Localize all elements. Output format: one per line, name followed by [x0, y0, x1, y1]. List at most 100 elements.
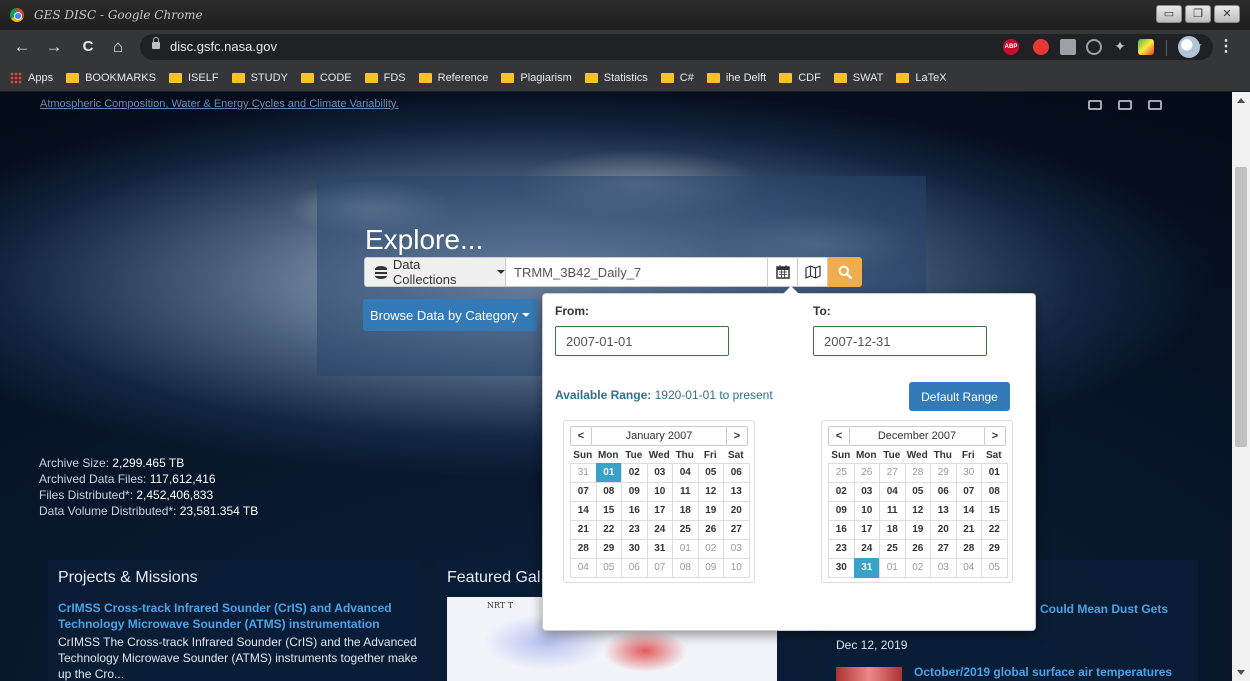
calendar-day[interactable]: 05: [904, 482, 931, 502]
science-topics-links[interactable]: Atmospheric Composition, Water & Energy …: [40, 98, 399, 110]
calendar-day[interactable]: 01: [981, 463, 1008, 483]
calendar-day[interactable]: 12: [697, 482, 724, 502]
profile-avatar[interactable]: [1178, 36, 1200, 58]
news-thumbnail[interactable]: [836, 667, 902, 681]
calendar-day[interactable]: 09: [828, 501, 855, 521]
bookmark-folder[interactable]: C#: [660, 72, 694, 84]
bookmark-folder[interactable]: SWAT: [833, 72, 883, 84]
calendar-day[interactable]: 09: [697, 558, 724, 578]
calendar-day[interactable]: 11: [672, 482, 699, 502]
calendar-day[interactable]: 25: [672, 520, 699, 540]
calendar-day[interactable]: 06: [723, 463, 750, 483]
calendar-day[interactable]: 02: [904, 558, 931, 578]
calendar-day[interactable]: 25: [828, 463, 855, 483]
calendar-day[interactable]: 10: [723, 558, 750, 578]
calendar-day[interactable]: 22: [981, 520, 1008, 540]
calendar-day[interactable]: 27: [723, 520, 750, 540]
search-button[interactable]: [828, 257, 862, 287]
to-date-input[interactable]: [813, 326, 987, 356]
calendar-day[interactable]: 06: [621, 558, 648, 578]
calendar-day[interactable]: 05: [981, 558, 1008, 578]
calendar-day[interactable]: 30: [955, 463, 982, 483]
address-bar[interactable]: disc.gsfc.nasa.gov ★: [140, 34, 1213, 60]
calendar-day[interactable]: 26: [904, 539, 931, 559]
calendar-day[interactable]: 15: [981, 501, 1008, 521]
bookmark-folder[interactable]: ISELF: [168, 72, 219, 84]
calendar-day[interactable]: 20: [930, 520, 957, 540]
calendar-day[interactable]: 13: [930, 501, 957, 521]
scroll-up-icon[interactable]: [1237, 98, 1245, 103]
extension-icon-red[interactable]: [1033, 39, 1049, 55]
calendar-day[interactable]: 24: [853, 539, 880, 559]
calendar-day[interactable]: 21: [955, 520, 982, 540]
scroll-down-icon[interactable]: [1237, 670, 1245, 675]
calendar-day[interactable]: 18: [879, 520, 906, 540]
maximize-button[interactable]: ❐: [1185, 5, 1211, 23]
browse-by-category-button[interactable]: Browse Data by Category: [363, 299, 537, 331]
calendar-day[interactable]: 30: [621, 539, 648, 559]
calendar-day[interactable]: 03: [646, 463, 673, 483]
calendar-day[interactable]: 08: [672, 558, 699, 578]
calendar-day[interactable]: 15: [595, 501, 622, 521]
bookmark-folder[interactable]: LaTeX: [896, 72, 947, 84]
bookmark-folder[interactable]: CDF: [779, 72, 821, 84]
calendar-day[interactable]: 28: [570, 539, 597, 559]
social-icon[interactable]: [1148, 100, 1162, 110]
calendar-day[interactable]: 03: [930, 558, 957, 578]
calendar-day[interactable]: 07: [570, 482, 597, 502]
calendar-day[interactable]: 14: [570, 501, 597, 521]
bookmark-folder[interactable]: BOOKMARKS: [66, 72, 156, 84]
calendar-day[interactable]: 07: [955, 482, 982, 502]
calendar-day[interactable]: 29: [595, 539, 622, 559]
calendar-day[interactable]: 22: [595, 520, 622, 540]
calendar-day[interactable]: 18: [672, 501, 699, 521]
calendar-day-selected[interactable]: 31: [853, 558, 880, 578]
back-icon[interactable]: ←: [12, 37, 32, 57]
calendar-day[interactable]: 19: [697, 501, 724, 521]
month-title[interactable]: January 2007: [592, 426, 726, 446]
close-button[interactable]: ✕: [1214, 5, 1240, 23]
bookmark-folder[interactable]: ihe Delft: [706, 72, 766, 84]
news-link[interactable]: Could Mean Dust Gets: [1040, 602, 1168, 616]
calendar-day[interactable]: 10: [853, 501, 880, 521]
calendar-button[interactable]: [768, 257, 798, 287]
calendar-day[interactable]: 29: [981, 539, 1008, 559]
prev-month-button[interactable]: <: [828, 426, 850, 446]
calendar-day[interactable]: 08: [595, 482, 622, 502]
calendar-day[interactable]: 04: [570, 558, 597, 578]
bookmark-folder[interactable]: STUDY: [231, 72, 288, 84]
calendar-day[interactable]: 05: [595, 558, 622, 578]
default-range-button[interactable]: Default Range: [909, 382, 1010, 411]
social-icon[interactable]: [1118, 100, 1132, 110]
bookmark-folder[interactable]: CODE: [300, 72, 352, 84]
extension-icon-ring[interactable]: [1086, 39, 1102, 55]
calendar-day[interactable]: 07: [646, 558, 673, 578]
browser-menu-icon[interactable]: ⋮: [1218, 36, 1234, 56]
calendar-day[interactable]: 04: [955, 558, 982, 578]
calendar-day[interactable]: 06: [930, 482, 957, 502]
bookmark-folder[interactable]: FDS: [364, 72, 406, 84]
calendar-day[interactable]: 03: [853, 482, 880, 502]
calendar-day[interactable]: 19: [904, 520, 931, 540]
calendar-day[interactable]: 04: [879, 482, 906, 502]
calendar-day[interactable]: 30: [828, 558, 855, 578]
calendar-day[interactable]: 17: [646, 501, 673, 521]
bookmark-folder[interactable]: Statistics: [584, 72, 648, 84]
calendar-day[interactable]: 08: [981, 482, 1008, 502]
calendar-day[interactable]: 05: [697, 463, 724, 483]
calendar-day[interactable]: 23: [828, 539, 855, 559]
from-date-input[interactable]: [555, 326, 729, 356]
month-title[interactable]: December 2007: [850, 426, 984, 446]
calendar-day[interactable]: 29: [930, 463, 957, 483]
data-collections-dropdown[interactable]: Data Collections: [364, 257, 506, 287]
calendar-day[interactable]: 02: [621, 463, 648, 483]
calendar-day[interactable]: 25: [879, 539, 906, 559]
calendar-day[interactable]: 11: [879, 501, 906, 521]
calendar-day[interactable]: 12: [904, 501, 931, 521]
calendar-day[interactable]: 14: [955, 501, 982, 521]
calendar-day[interactable]: 01: [672, 539, 699, 559]
extension-icon-colorful[interactable]: [1138, 39, 1154, 55]
next-month-button[interactable]: >: [726, 426, 748, 446]
calendar-day[interactable]: 31: [570, 463, 597, 483]
calendar-day[interactable]: 20: [723, 501, 750, 521]
